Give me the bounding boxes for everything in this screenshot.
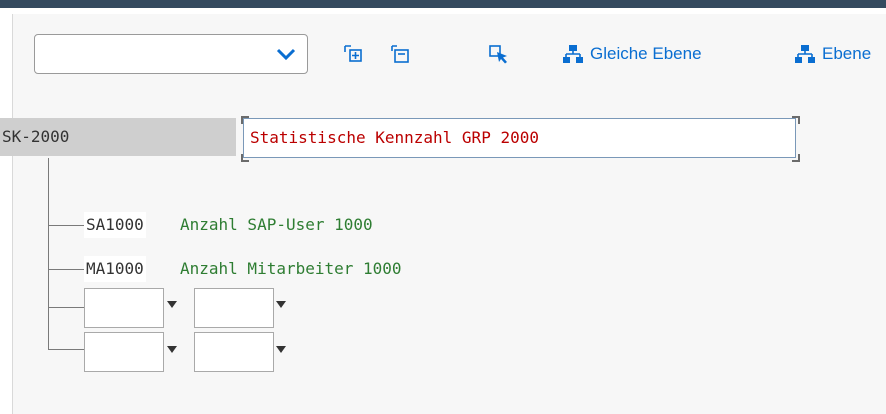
same-level-label: Gleiche Ebene <box>590 44 702 63</box>
expand-subtree-button[interactable] <box>342 38 364 70</box>
level-button[interactable]: Ebene <box>794 38 871 70</box>
hierarchy-icon <box>563 45 583 63</box>
child-node-description: Anzahl Mitarbeiter 1000 <box>180 259 402 278</box>
child-node-code[interactable]: SA1000 <box>84 212 146 238</box>
focus-corner <box>241 154 249 162</box>
select-cursor-button[interactable] <box>488 38 510 70</box>
top-bar <box>0 0 886 8</box>
level-select[interactable] <box>34 34 308 74</box>
dropdown-caret-icon <box>167 301 177 308</box>
expand-subtree-icon <box>344 45 362 62</box>
new-node-type-dropdown[interactable] <box>194 332 274 372</box>
hierarchy-icon <box>795 45 815 63</box>
tree-connector-line <box>48 307 84 308</box>
focus-corner <box>792 154 800 162</box>
dropdown-caret-icon <box>276 301 286 308</box>
dropdown-caret-icon <box>276 346 286 353</box>
dropdown-caret-icon <box>167 346 177 353</box>
new-node-code-dropdown[interactable] <box>84 288 164 328</box>
focus-corner <box>792 116 800 124</box>
focus-corner <box>241 116 249 124</box>
child-node-description: Anzahl SAP-User 1000 <box>180 215 373 234</box>
tree-connector-line <box>48 225 84 226</box>
root-node-description-field[interactable]: Statistische Kennzahl GRP 2000 <box>243 118 796 158</box>
new-node-code-dropdown[interactable] <box>84 332 164 372</box>
tree-connector-line <box>48 349 84 350</box>
select-cursor-icon <box>489 45 507 64</box>
chevron-down-icon <box>276 48 296 61</box>
tree-connector-line <box>48 269 84 270</box>
new-node-type-dropdown[interactable] <box>194 288 274 328</box>
root-node-code[interactable]: SK-2000 <box>0 118 236 156</box>
collapse-subtree-button[interactable] <box>389 38 411 70</box>
child-node-code[interactable]: MA1000 <box>84 256 146 282</box>
tree-connector-line <box>48 158 49 350</box>
same-level-button[interactable]: Gleiche Ebene <box>562 38 702 70</box>
collapse-subtree-icon <box>391 45 409 63</box>
level-label: Ebene <box>822 44 872 63</box>
